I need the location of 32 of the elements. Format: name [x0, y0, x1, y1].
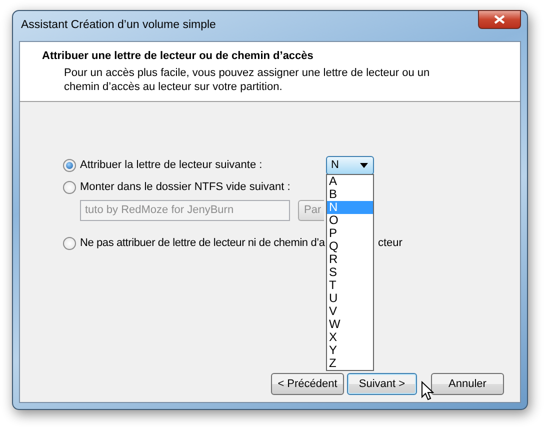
dropdown-arrow-icon [360, 162, 368, 168]
dropdown-option[interactable]: Q [327, 240, 373, 253]
dropdown-option[interactable]: T [327, 279, 373, 292]
wizard-button[interactable]: < Précédent [271, 373, 344, 395]
dropdown-option[interactable]: A [327, 175, 373, 188]
dropdown-option[interactable]: V [327, 305, 373, 318]
dropdown-option[interactable]: O [327, 214, 373, 227]
dropdown-option[interactable]: P [327, 227, 373, 240]
dropdown-option[interactable]: U [327, 292, 373, 305]
dropdown-option[interactable]: W [327, 318, 373, 331]
radio-button[interactable] [63, 236, 76, 250]
window-title: Assistant Création d’un volume simple [21, 18, 216, 34]
mouse-cursor-icon [421, 381, 434, 401]
radio-label: cteur [378, 236, 402, 251]
dropdown-option[interactable]: X [327, 331, 373, 344]
radio-button[interactable] [63, 180, 76, 194]
radio-button[interactable] [63, 158, 76, 172]
radio-label: Ne pas attribuer de lettre de lecteur ni de chemin d’a [80, 236, 326, 251]
dropdown-option[interactable]: R [327, 253, 373, 266]
header-title: Attribuer une lettre de lecteur ou de chemin d’accès [42, 49, 314, 64]
radio-label: Attribuer la lettre de lecteur suivante : [80, 158, 262, 173]
radio-label: Monter dans le dossier NTFS vide suivant : [80, 180, 290, 195]
wizard-button[interactable]: Suivant > [347, 373, 417, 395]
drive-letter-dropdown[interactable]: N [326, 156, 374, 174]
dropdown-option[interactable]: Z [327, 357, 373, 370]
header-description: Pour un accès plus facile, vous pouvez assigner une lettre de lecteur ou un chemin d’accès au lecteur sur votre partition. [63, 66, 431, 94]
close-button[interactable] [478, 10, 521, 29]
close-icon [494, 15, 505, 24]
dropdown-option[interactable]: Y [327, 344, 373, 357]
dropdown-option[interactable]: S [327, 266, 373, 279]
dropdown-option[interactable]: B [327, 188, 373, 201]
wizard-button[interactable]: Annuler [431, 373, 504, 395]
